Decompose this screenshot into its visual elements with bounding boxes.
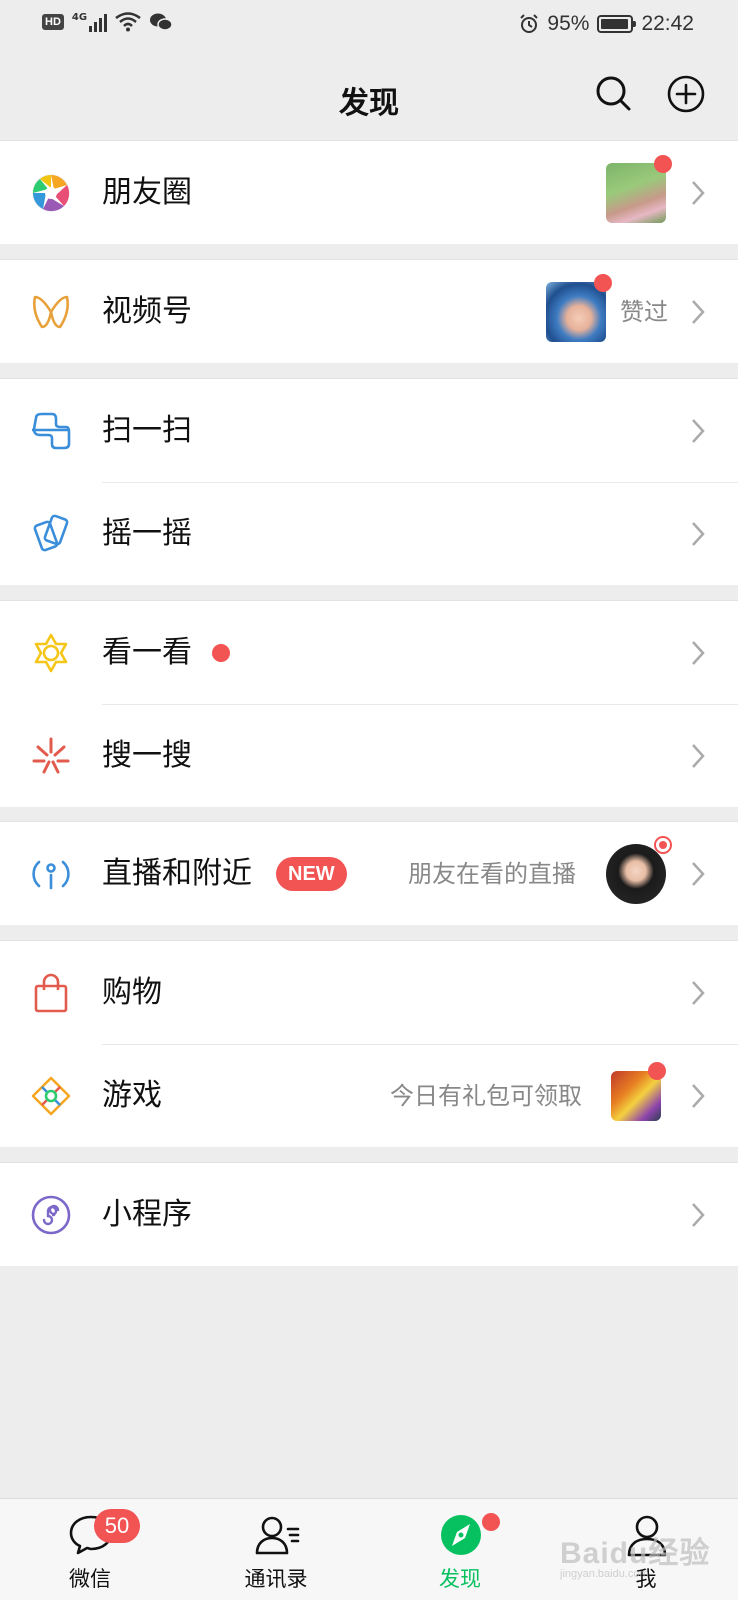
- list-item-shake[interactable]: 摇一摇: [0, 482, 738, 585]
- chevron-right-icon: [692, 744, 705, 768]
- moments-thumbnail: [606, 163, 666, 223]
- tab-discover-label: 发现: [439, 1567, 481, 1591]
- chevron-right-icon: [692, 1084, 705, 1108]
- chevron-right-icon: [692, 522, 705, 546]
- top-header: 发现: [0, 52, 738, 140]
- list-item-channels[interactable]: 视频号 赞过: [0, 260, 738, 363]
- tab-chats-label: 微信: [69, 1567, 111, 1591]
- watermark-text: Baidu经验: [560, 1537, 711, 1570]
- wechat-notification-icon: [150, 13, 173, 31]
- star-flower-icon: [34, 633, 68, 673]
- tab-chats[interactable]: 50 微信: [30, 1499, 150, 1600]
- battery-percent: 95%: [547, 12, 590, 35]
- channels-icon: [33, 295, 69, 329]
- chevron-right-icon: [692, 981, 705, 1005]
- status-bar: HD 4G 95% 22:42: [0, 0, 738, 52]
- alarm-icon: [520, 14, 539, 33]
- tab-contacts-label: 通讯录: [244, 1567, 308, 1591]
- group-channels: 视频号 赞过: [0, 259, 738, 363]
- chevron-right-icon: [692, 862, 705, 886]
- wifi-icon: [115, 12, 141, 32]
- group-scan-shake: 扫一扫 摇一摇: [0, 378, 738, 585]
- chevron-right-icon: [692, 1203, 705, 1227]
- signal-icon: 4G: [71, 12, 108, 32]
- chevron-right-icon: [692, 300, 705, 324]
- clock: 22:42: [641, 12, 694, 35]
- chevron-right-icon: [692, 181, 705, 205]
- list-item-search[interactable]: 搜一搜: [0, 704, 738, 807]
- network-type: 4G: [71, 12, 88, 23]
- list-item-scan[interactable]: 扫一扫: [0, 379, 738, 482]
- channels-label: 视频号: [102, 294, 192, 329]
- list-item-mini-programs[interactable]: 小程序: [0, 1163, 738, 1266]
- channels-subtext: 赞过: [620, 298, 668, 326]
- new-badge: NEW: [276, 857, 347, 891]
- tab-discover[interactable]: 发现: [400, 1499, 520, 1600]
- group-live-nearby: 直播和附近 NEW 朋友在看的直播: [0, 821, 738, 925]
- live-icon: [32, 860, 70, 890]
- discover-red-dot: [482, 1513, 500, 1531]
- channels-thumbnail: [546, 282, 606, 342]
- game-diamond-icon: [31, 1076, 71, 1116]
- hd-indicator: HD: [42, 14, 64, 30]
- top-stories-label: 看一看: [102, 635, 192, 670]
- group-stories-search: 看一看 搜一搜: [0, 600, 738, 807]
- shopping-label: 购物: [102, 975, 162, 1010]
- live-indicator-dot: [654, 836, 672, 854]
- channels-red-dot: [594, 274, 612, 292]
- status-right: 95% 22:42: [519, 12, 694, 36]
- scan-icon: [32, 412, 71, 450]
- search-label: 搜一搜: [102, 738, 192, 773]
- shopping-bag-icon: [34, 973, 68, 1013]
- shake-icon: [33, 514, 69, 552]
- aperture-icon: [32, 174, 70, 212]
- contacts-icon: [255, 1516, 300, 1555]
- games-red-dot: [648, 1062, 666, 1080]
- top-stories-red-dot: [212, 644, 230, 662]
- games-subtext: 今日有礼包可领取: [390, 1082, 582, 1110]
- baidu-watermark: Baidu经验 jingyan.baidu.com: [560, 1528, 710, 1580]
- mini-programs-label: 小程序: [102, 1197, 192, 1232]
- mini-program-icon: [31, 1195, 71, 1235]
- chevron-right-icon: [692, 641, 705, 665]
- list-item-games[interactable]: 游戏 今日有礼包可领取: [0, 1044, 738, 1147]
- status-left: HD 4G: [42, 12, 173, 32]
- live-nearby-subtext: 朋友在看的直播: [408, 860, 576, 888]
- chevron-right-icon: [692, 419, 705, 443]
- battery-icon: [597, 15, 637, 33]
- list-item-moments[interactable]: 朋友圈: [0, 141, 738, 244]
- moments-label: 朋友圈: [102, 175, 192, 210]
- group-mini-programs: 小程序: [0, 1162, 738, 1266]
- moments-red-dot: [654, 155, 672, 173]
- games-label: 游戏: [102, 1078, 162, 1113]
- live-avatar: [606, 844, 666, 904]
- spark-icon: [32, 737, 70, 774]
- scan-label: 扫一扫: [102, 413, 192, 448]
- plus-circle-icon[interactable]: [666, 74, 706, 114]
- list-item-top-stories[interactable]: 看一看: [0, 601, 738, 704]
- compass-icon: [441, 1515, 481, 1555]
- live-nearby-label: 直播和附近: [102, 856, 252, 891]
- list-item-shopping[interactable]: 购物: [0, 941, 738, 1044]
- group-shopping-games: 购物 游戏 今日有礼包可领取: [0, 940, 738, 1147]
- group-moments: 朋友圈: [0, 140, 738, 244]
- search-icon[interactable]: [594, 74, 634, 114]
- list-item-live-nearby[interactable]: 直播和附近 NEW 朋友在看的直播: [0, 822, 738, 925]
- shake-label: 摇一摇: [102, 516, 192, 551]
- tab-contacts[interactable]: 通讯录: [216, 1499, 336, 1600]
- unread-badge: 50: [94, 1509, 140, 1543]
